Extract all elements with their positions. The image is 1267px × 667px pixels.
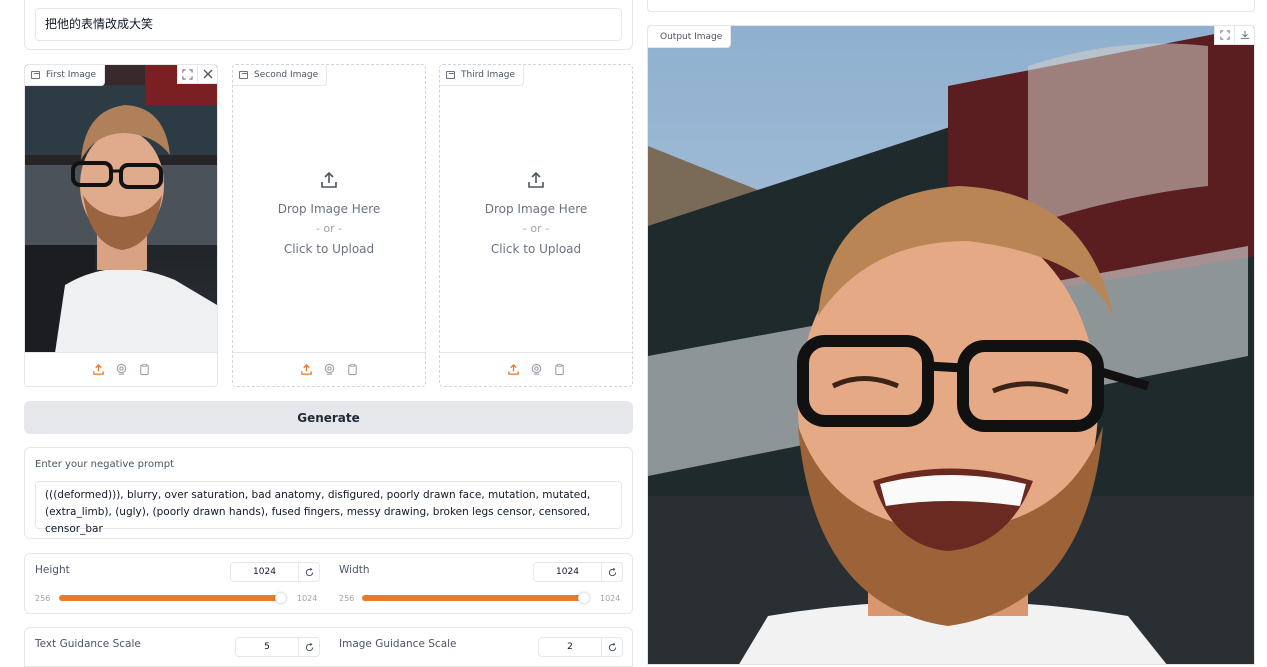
output-image-panel: Output Image: [647, 25, 1255, 665]
third-image-label-text: Third Image: [461, 70, 516, 80]
webcam-icon: [531, 363, 541, 375]
height-slider-fill: [59, 595, 281, 601]
fullscreen-icon: [182, 68, 193, 80]
second-image-footer: [233, 352, 425, 386]
paste-button[interactable]: [553, 363, 566, 376]
output-image-label-text: Output Image: [660, 31, 723, 42]
first-image-label: First Image: [25, 65, 105, 86]
size-sliders-block: Height 1024 256 1024 Width 1024 256 1024: [24, 553, 633, 614]
height-max: 1024: [297, 594, 318, 603]
upload-button[interactable]: [300, 363, 313, 376]
clipboard-icon: [554, 363, 564, 376]
paste-button[interactable]: [346, 363, 359, 376]
width-slider[interactable]: [362, 592, 590, 604]
reset-icon: [305, 642, 313, 651]
height-slider-thumb[interactable]: [275, 592, 287, 604]
output-download-button[interactable]: [1234, 26, 1254, 45]
image-guidance-label: Image Guidance Scale: [339, 638, 457, 650]
man-photo-small: [25, 65, 217, 353]
height-number: 1024: [230, 562, 320, 582]
height-label: Height: [35, 564, 70, 576]
image-icon: [446, 71, 455, 79]
prompt-block: 把他的表情改成大笑: [24, 0, 633, 50]
first-image-label-text: First Image: [46, 70, 96, 80]
webcam-button[interactable]: [530, 363, 543, 376]
output-actions: [1214, 26, 1254, 45]
webcam-icon: [324, 363, 334, 375]
click-to-upload-text: Click to Upload: [283, 241, 375, 256]
width-input[interactable]: 1024: [534, 563, 602, 581]
second-image-label: Second Image: [233, 65, 328, 86]
height-slider[interactable]: [59, 592, 287, 604]
image-icon: [31, 71, 40, 79]
right-top-block: [647, 0, 1255, 12]
drop-image-text: Drop Image Here: [277, 201, 381, 216]
width-reset-button[interactable]: [602, 563, 622, 581]
second-image-panel[interactable]: Second Image Drop Image Here - or - Clic…: [232, 64, 426, 387]
upload-icon: [528, 171, 544, 188]
height-reset-button[interactable]: [299, 563, 319, 581]
download-icon: [1240, 30, 1249, 39]
fullscreen-icon: [1219, 30, 1230, 40]
image-guidance-number: 2: [538, 637, 623, 657]
upload-button[interactable]: [507, 363, 520, 376]
upload-icon: [507, 363, 519, 375]
output-photo: [648, 26, 1254, 664]
text-guidance-label: Text Guidance Scale: [35, 638, 141, 650]
or-text: - or -: [315, 221, 343, 235]
image-icon: [239, 71, 248, 79]
second-image-label-text: Second Image: [254, 70, 319, 80]
fullscreen-button[interactable]: [177, 65, 197, 84]
upload-icon: [300, 363, 312, 375]
width-slider-fill: [362, 595, 584, 601]
or-text: - or -: [522, 221, 550, 235]
drop-image-text: Drop Image Here: [484, 201, 588, 216]
width-min: 256: [339, 594, 355, 603]
text-guidance-reset-button[interactable]: [299, 638, 319, 656]
output-fullscreen-button[interactable]: [1214, 26, 1234, 45]
text-guidance-number: 5: [235, 637, 320, 657]
image-guidance-reset-button[interactable]: [602, 638, 622, 656]
output-image-label: Output Image: [648, 26, 732, 48]
reset-icon: [305, 567, 313, 576]
reset-icon: [608, 567, 616, 576]
height-input[interactable]: 1024: [231, 563, 299, 581]
height-min: 256: [35, 594, 51, 603]
second-image-dropzone[interactable]: Drop Image Here - or - Click to Upload: [233, 65, 425, 353]
prompt-input[interactable]: 把他的表情改成大笑: [35, 8, 622, 41]
text-guidance-input[interactable]: 5: [236, 638, 299, 656]
third-image-label: Third Image: [440, 65, 525, 86]
first-image-footer: [25, 352, 217, 386]
generate-button[interactable]: Generate: [24, 401, 633, 434]
third-image-footer: [440, 352, 632, 386]
upload-icon: [321, 171, 337, 188]
upload-icon: [92, 363, 104, 375]
width-slider-thumb[interactable]: [578, 592, 590, 604]
paste-button[interactable]: [138, 363, 151, 376]
guidance-block: Text Guidance Scale 5 Image Guidance Sca…: [24, 627, 633, 667]
first-image-actions: [177, 65, 217, 84]
upload-button[interactable]: [92, 363, 105, 376]
width-max: 1024: [600, 594, 621, 603]
third-image-dropzone[interactable]: Drop Image Here - or - Click to Upload: [440, 65, 632, 353]
first-image-panel[interactable]: First Image: [24, 64, 218, 387]
clipboard-icon: [139, 363, 149, 376]
negative-prompt-label: Enter your negative prompt: [35, 459, 174, 470]
close-icon: [203, 69, 212, 79]
clear-image-button[interactable]: [197, 65, 217, 84]
width-label: Width: [339, 564, 370, 576]
webcam-icon: [116, 363, 126, 375]
first-image-preview: [25, 65, 217, 353]
click-to-upload-text: Click to Upload: [490, 241, 582, 256]
image-guidance-input[interactable]: 2: [539, 638, 602, 656]
webcam-button[interactable]: [323, 363, 336, 376]
negative-prompt-block: Enter your negative prompt (((deformed))…: [24, 447, 633, 539]
reset-icon: [608, 642, 616, 651]
negative-prompt-input[interactable]: (((deformed))), blurry, over saturation,…: [35, 481, 622, 535]
clipboard-icon: [347, 363, 357, 376]
webcam-button[interactable]: [115, 363, 128, 376]
width-number: 1024: [533, 562, 623, 582]
third-image-panel[interactable]: Third Image Drop Image Here - or - Click…: [439, 64, 633, 387]
